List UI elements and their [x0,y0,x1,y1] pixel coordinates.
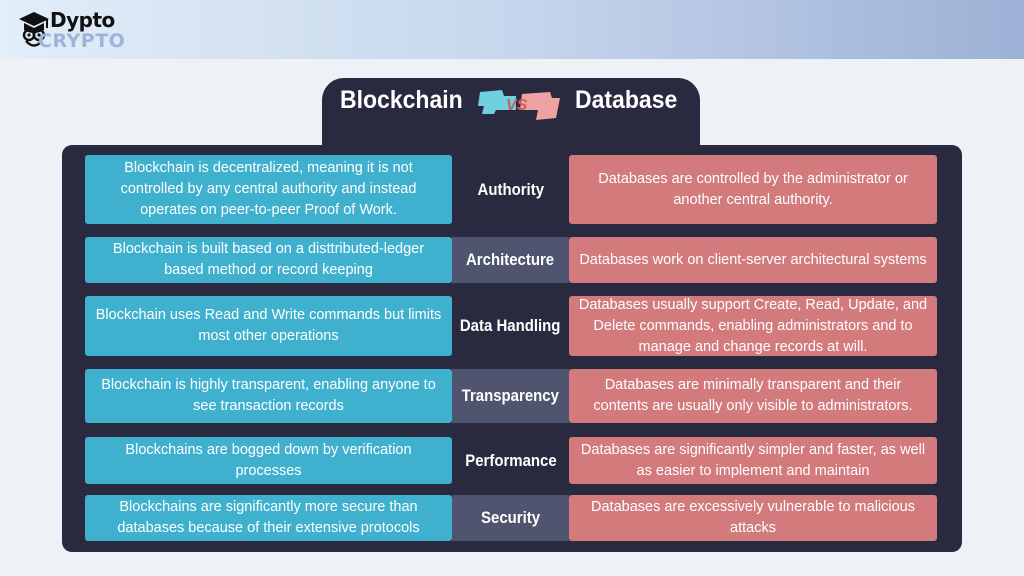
comparison-row-data-handling: Blockchain uses Read and Write commands … [85,296,937,356]
blockchain-cell: Blockchain is built based on a disttribu… [85,237,452,283]
blockchain-cell: Blockchain uses Read and Write commands … [85,296,452,356]
category-label: Architecture [452,237,569,283]
blockchain-cell: Blockchain is highly transparent, enabli… [85,369,452,423]
header-band [0,0,1024,59]
category-label: Data Handling [460,316,561,335]
comparison-row-security: Blockchains are significantly more secur… [85,495,937,541]
comparison-row-architecture: Blockchain is built based on a disttribu… [85,237,937,283]
comparison-row-authority: Blockchain is decentralized, meaning it … [85,155,937,224]
comparison-row-performance: Blockchains are bogged down by verificat… [85,437,937,484]
vs-badge-icon: VS [478,90,560,120]
database-cell: Databases are minimally transparent and … [569,369,937,423]
blockchain-cell: Blockchains are significantly more secur… [85,495,452,541]
database-cell: Databases are excessively vulnerable to … [569,495,937,541]
database-cell: Databases work on client-server architec… [569,237,937,283]
brand-name-top: Dypto [50,8,115,32]
comparison-row-transparency: Blockchain is highly transparent, enabli… [85,369,937,423]
blockchain-cell: Blockchain is decentralized, meaning it … [85,155,452,224]
vs-label: VS [506,97,528,114]
brand-logo[interactable]: Dypto CRYPTO [16,6,136,54]
category-label: Security [452,495,569,541]
brand-name-bottom: CRYPTO [38,30,126,52]
blockchain-title: Blockchain [340,86,463,114]
database-cell: Databases are significantly simpler and … [569,437,937,484]
category-label: Performance [464,450,557,470]
category-label: Transparency [452,369,569,423]
blockchain-cell: Blockchains are bogged down by verificat… [85,437,452,484]
database-title: Database [575,86,678,114]
database-cell: Databases usually support Create, Read, … [569,296,937,356]
database-cell: Databases are controlled by the administ… [569,155,937,224]
category-label: Authority [477,179,544,199]
